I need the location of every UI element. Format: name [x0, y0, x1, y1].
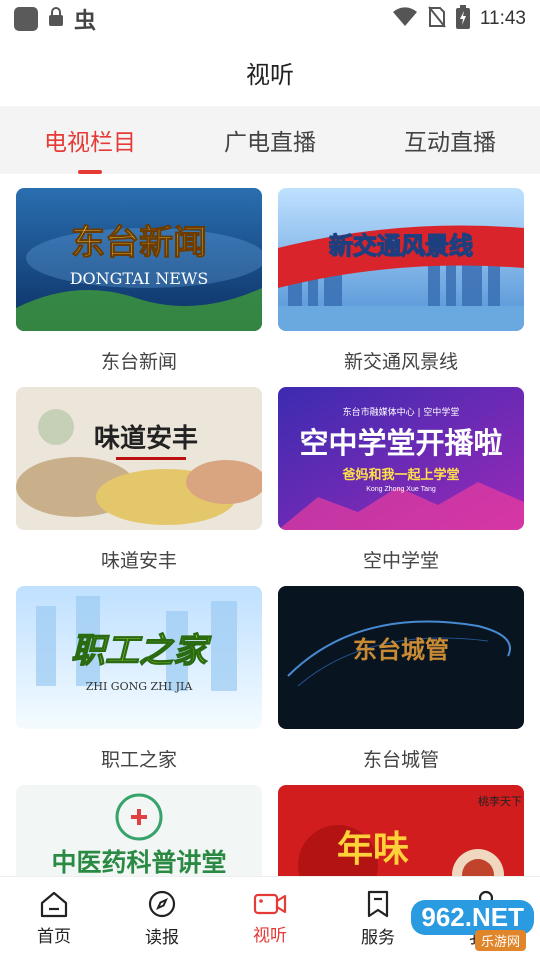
thumb-title: 职工之家 — [71, 631, 212, 671]
thumb-subtitle: ZHI GONG ZHI JIA — [86, 680, 194, 693]
thumb-top-text: 东台市融媒体中心 | 空中学堂 — [343, 406, 460, 418]
thumb-title: 中医药科普讲堂 — [51, 848, 226, 876]
program-thumbnail: 年味 桃李天下 — [278, 785, 524, 876]
thumb-title: 东台城管 — [353, 635, 449, 664]
nav-home[interactable]: 首页 — [0, 877, 108, 960]
program-thumbnail: 东台新闻 DONGTAI NEWS — [16, 188, 262, 331]
program-title: 新交通风景线 — [343, 351, 458, 373]
program-card-air-classroom[interactable]: 东台市融媒体中心 | 空中学堂 空中学堂开播啦 爸妈和我一起上学堂 Kong Z… — [278, 387, 524, 573]
program-thumbnail: 东台城管 — [278, 586, 524, 729]
page-title: 视听 — [246, 60, 294, 89]
tab-interactive-live[interactable]: 互动直播 — [360, 106, 540, 174]
thumb-pinyin: Kong Zhong Xue Tang — [366, 486, 436, 493]
thumb-subtitle: DONGTAI NEWS — [70, 269, 209, 288]
site-watermark: 962.NET 乐游网 — [411, 900, 534, 951]
program-card-tcm-lecture[interactable]: 中医药科普讲堂 — [16, 785, 262, 876]
title-bar: 视听 — [0, 38, 540, 106]
program-title: 空中学堂 — [362, 550, 439, 572]
program-thumbnail: 职工之家 ZHI GONG ZHI JIA — [16, 586, 262, 729]
program-title: 东台新闻 — [100, 351, 177, 373]
program-card-new-year-taste[interactable]: 年味 桃李天下 — [278, 785, 524, 876]
program-card-traffic-scenery[interactable]: 新交通风景线 新交通风景线 — [278, 188, 524, 374]
thumb-title: 年味 — [337, 828, 409, 870]
bookmark-icon — [367, 890, 389, 918]
nav-label: 视听 — [253, 926, 287, 946]
program-grid: 东台新闻 DONGTAI NEWS 东台新闻 新交通风景线 新交通风景线 味道安… — [0, 174, 540, 876]
no-sim-icon — [428, 6, 446, 32]
nav-label: 首页 — [37, 927, 71, 947]
thumb-corner-text: 桃李天下 — [478, 794, 522, 808]
program-thumbnail: 味道安丰 — [16, 387, 262, 530]
program-card-dongtai-news[interactable]: 东台新闻 DONGTAI NEWS 东台新闻 — [16, 188, 262, 374]
program-thumbnail: 东台市融媒体中心 | 空中学堂 空中学堂开播啦 爸妈和我一起上学堂 Kong Z… — [278, 387, 524, 530]
thumb-title: 空中学堂开播啦 — [299, 426, 502, 460]
wifi-icon — [392, 7, 418, 31]
program-thumbnail: 新交通风景线 — [278, 188, 524, 331]
tab-broadcast-live[interactable]: 广电直播 — [180, 106, 360, 174]
bug-glyph-icon: 虫 — [74, 9, 97, 34]
home-icon — [40, 891, 68, 918]
nav-newspaper[interactable]: 读报 — [108, 877, 216, 960]
tab-tv-programs[interactable]: 电视栏目 — [0, 106, 180, 174]
lock-icon — [48, 7, 64, 31]
battery-charging-icon — [455, 5, 470, 33]
nav-label: 读报 — [145, 928, 179, 948]
compass-icon — [148, 890, 176, 918]
tab-bar: 电视栏目 广电直播 互动直播 — [0, 106, 540, 174]
program-card-workers-home[interactable]: 职工之家 ZHI GONG ZHI JIA 职工之家 — [16, 586, 262, 772]
status-bar: 虫 11:43 — [0, 0, 540, 38]
clock: 11:43 — [479, 8, 526, 29]
video-camera-icon — [253, 893, 287, 915]
thumb-title: 新交通风景线 — [329, 232, 473, 260]
thumb-slogan: 爸妈和我一起上学堂 — [341, 467, 459, 483]
program-title: 东台城管 — [362, 749, 439, 771]
program-title: 味道安丰 — [100, 550, 177, 572]
program-thumbnail: 中医药科普讲堂 — [16, 785, 262, 876]
program-card-city-management[interactable]: 东台城管 东台城管 — [278, 586, 524, 772]
watermark-sub: 乐游网 — [474, 930, 526, 951]
program-card-taste-anfeng[interactable]: 味道安丰 味道安丰 — [16, 387, 262, 573]
thumb-title: 东台新闻 — [71, 223, 207, 263]
program-title: 职工之家 — [100, 749, 177, 771]
thumb-title: 味道安丰 — [94, 423, 198, 454]
nav-label: 服务 — [361, 928, 395, 948]
app-notification-icon — [14, 7, 38, 31]
nav-audio-visual[interactable]: 视听 — [216, 877, 324, 960]
